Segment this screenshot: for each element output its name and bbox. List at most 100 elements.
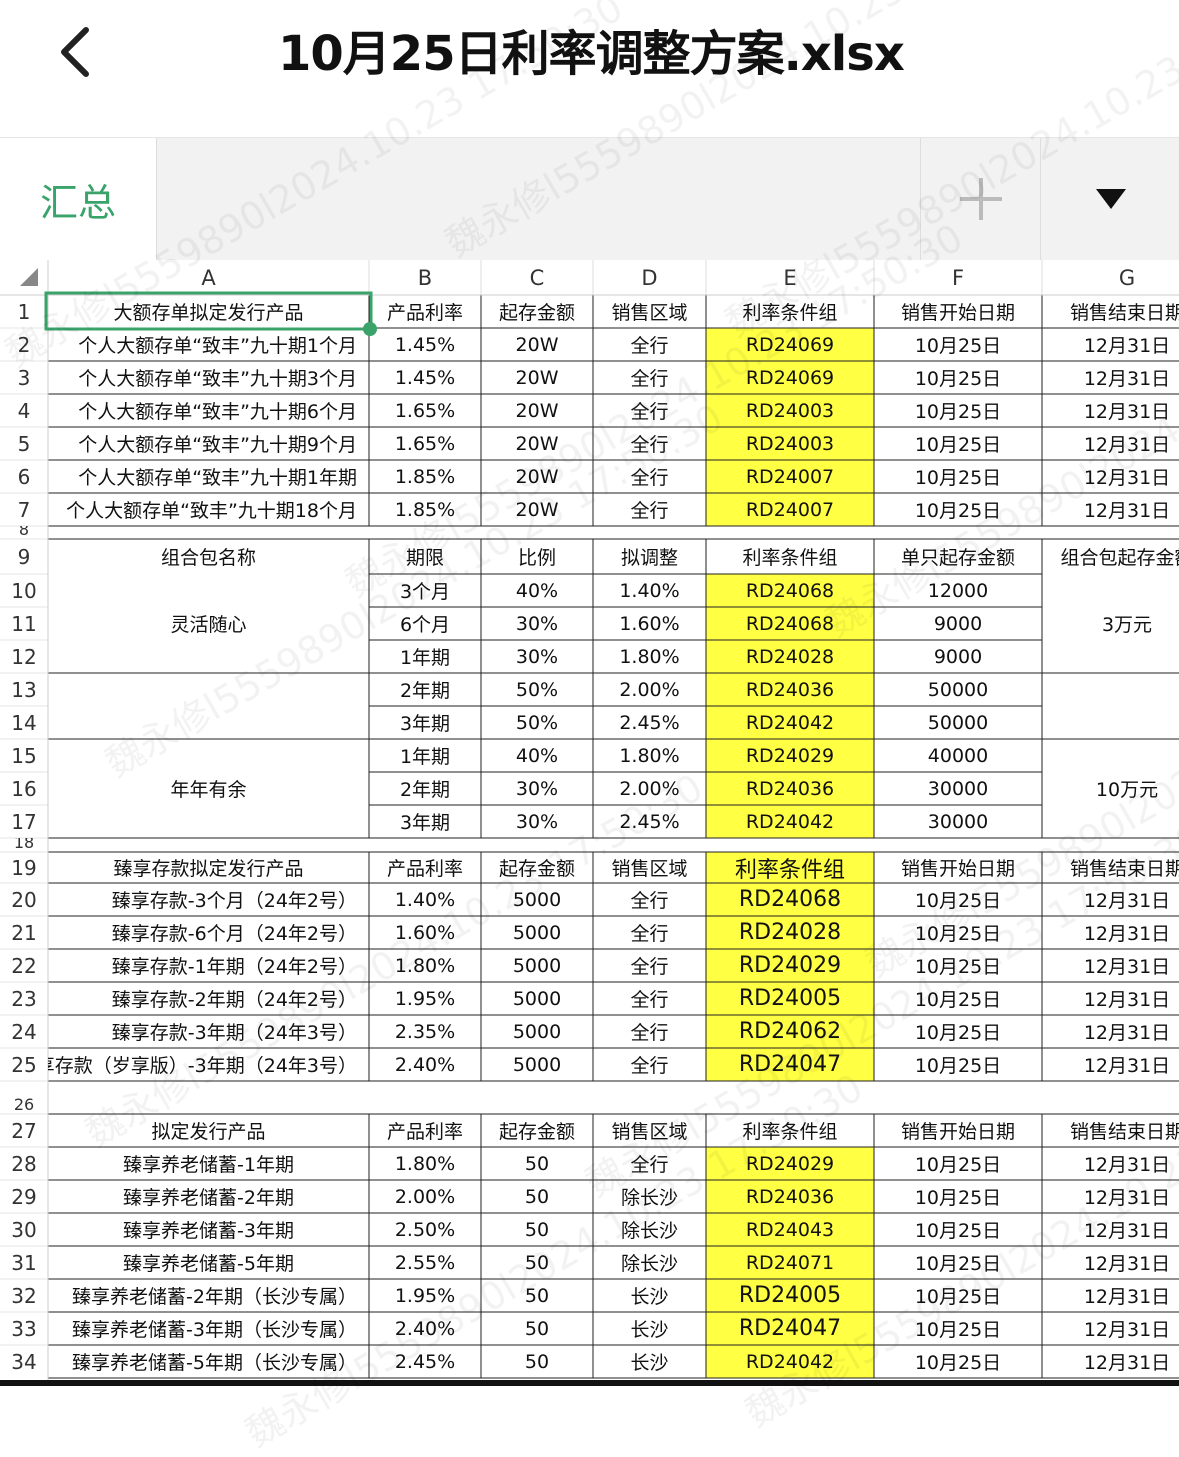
cell-g23[interactable]: 12月31日: [1042, 982, 1179, 1015]
cell-c19[interactable]: 起存金额: [481, 852, 593, 883]
cell-c27[interactable]: 起存金额: [481, 1114, 593, 1147]
cell-c33[interactable]: 50: [481, 1312, 593, 1345]
cell-e19[interactable]: 利率条件组: [706, 852, 874, 883]
cell-d16[interactable]: 2.00%: [593, 772, 706, 805]
cell-c34[interactable]: 50: [481, 1345, 593, 1378]
cell-d1[interactable]: 销售区域: [593, 295, 706, 328]
cell-e21[interactable]: RD24028: [706, 916, 874, 949]
row-header[interactable]: 26: [0, 1081, 48, 1114]
cell-c14[interactable]: 50%: [481, 706, 593, 739]
cell-g30[interactable]: 12月31日: [1042, 1213, 1179, 1246]
cell-e9[interactable]: 利率条件组: [706, 539, 874, 574]
cell-b16[interactable]: 2年期: [369, 772, 481, 805]
cell-e7[interactable]: RD24007: [706, 493, 874, 526]
cell-c9[interactable]: 比例: [481, 539, 593, 574]
cell-d21[interactable]: 全行: [593, 916, 706, 949]
cell-d9[interactable]: 拟调整: [593, 539, 706, 574]
cell-a29[interactable]: 臻享养老储蓄-2年期: [48, 1180, 369, 1213]
row-header[interactable]: 17: [0, 805, 48, 838]
cell-d10[interactable]: 1.40%: [593, 574, 706, 607]
cell-e4[interactable]: RD24003: [706, 394, 874, 427]
column-header-a[interactable]: A: [48, 260, 369, 295]
row-header[interactable]: 9: [0, 539, 48, 574]
row-header[interactable]: 11: [0, 607, 48, 640]
cell-e14[interactable]: RD24042: [706, 706, 874, 739]
cell-g19[interactable]: 销售结束日期: [1042, 852, 1179, 883]
cell-f25[interactable]: 10月25日: [874, 1048, 1042, 1081]
cell-c1[interactable]: 起存金额: [481, 295, 593, 328]
cell-d24[interactable]: 全行: [593, 1015, 706, 1048]
cell-a31[interactable]: 臻享养老储蓄-5年期: [48, 1246, 369, 1279]
cell-f28[interactable]: 10月25日: [874, 1147, 1042, 1180]
cell-g2[interactable]: 12月31日: [1042, 328, 1179, 361]
row-header[interactable]: 5: [0, 427, 48, 460]
row-header[interactable]: 31: [0, 1246, 48, 1279]
back-arrow-icon[interactable]: [56, 22, 100, 82]
cell-e25[interactable]: RD24047: [706, 1048, 874, 1081]
cell-b15[interactable]: 1年期: [369, 739, 481, 772]
row-header[interactable]: 24: [0, 1015, 48, 1048]
cell-d19[interactable]: 销售区域: [593, 852, 706, 883]
cell-g33[interactable]: 12月31日: [1042, 1312, 1179, 1345]
cell-f34[interactable]: 10月25日: [874, 1345, 1042, 1378]
cell-f3[interactable]: 10月25日: [874, 361, 1042, 394]
cell-c32[interactable]: 50: [481, 1279, 593, 1312]
cell-a25[interactable]: 臻享存款（岁享版）-3年期（24年3号）: [48, 1048, 369, 1081]
cell-b30[interactable]: 2.50%: [369, 1213, 481, 1246]
row-header[interactable]: 30: [0, 1213, 48, 1246]
cell-g5[interactable]: 12月31日: [1042, 427, 1179, 460]
cell-a34[interactable]: 臻享养老储蓄-5年期（长沙专属）: [48, 1345, 369, 1378]
cell-e30[interactable]: RD24043: [706, 1213, 874, 1246]
row-header[interactable]: 14: [0, 706, 48, 739]
cell-a20[interactable]: 臻享存款-3个月（24年2号）: [48, 883, 369, 916]
cell-d11[interactable]: 1.60%: [593, 607, 706, 640]
cell-a30[interactable]: 臻享养老储蓄-3年期: [48, 1213, 369, 1246]
cell-g1[interactable]: 销售结束日期: [1042, 295, 1179, 328]
cell-e2[interactable]: RD24069: [706, 328, 874, 361]
cell-g25[interactable]: 12月31日: [1042, 1048, 1179, 1081]
cell-b19[interactable]: 产品利率: [369, 852, 481, 883]
cell-f13[interactable]: 50000: [874, 673, 1042, 706]
cell-b31[interactable]: 2.55%: [369, 1246, 481, 1279]
cell-g9[interactable]: 组合包起存金额: [1042, 539, 1179, 574]
cell-g24[interactable]: 12月31日: [1042, 1015, 1179, 1048]
cell-d3[interactable]: 全行: [593, 361, 706, 394]
cell-b6[interactable]: 1.85%: [369, 460, 481, 493]
cell-b11[interactable]: 6个月: [369, 607, 481, 640]
cell-e22[interactable]: RD24029: [706, 949, 874, 982]
cell-a16[interactable]: 年年有余: [48, 739, 369, 838]
row-header[interactable]: 22: [0, 949, 48, 982]
cell-d32[interactable]: 长沙: [593, 1279, 706, 1312]
cell-e28[interactable]: RD24029: [706, 1147, 874, 1180]
cell-f17[interactable]: 30000: [874, 805, 1042, 838]
cell-a27[interactable]: 拟定发行产品: [48, 1114, 369, 1147]
cell-g4[interactable]: 12月31日: [1042, 394, 1179, 427]
cell-c24[interactable]: 5000: [481, 1015, 593, 1048]
cell-f7[interactable]: 10月25日: [874, 493, 1042, 526]
cell-f21[interactable]: 10月25日: [874, 916, 1042, 949]
cell-d6[interactable]: 全行: [593, 460, 706, 493]
cell-e3[interactable]: RD24069: [706, 361, 874, 394]
cell-e20[interactable]: RD24068: [706, 883, 874, 916]
cell-b24[interactable]: 2.35%: [369, 1015, 481, 1048]
cell-b29[interactable]: 2.00%: [369, 1180, 481, 1213]
row-header[interactable]: 3: [0, 361, 48, 394]
cell-e15[interactable]: RD24029: [706, 739, 874, 772]
row-header[interactable]: 29: [0, 1180, 48, 1213]
cell-c30[interactable]: 50: [481, 1213, 593, 1246]
row-header[interactable]: 7: [0, 493, 48, 526]
cell-f9[interactable]: 单只起存金额: [874, 539, 1042, 574]
cell-a33[interactable]: 臻享养老储蓄-3年期（长沙专属）: [48, 1312, 369, 1345]
row-header[interactable]: 28: [0, 1147, 48, 1180]
cell-b34[interactable]: 2.45%: [369, 1345, 481, 1378]
cell-b17[interactable]: 3年期: [369, 805, 481, 838]
cell-d28[interactable]: 全行: [593, 1147, 706, 1180]
cell-f12[interactable]: 9000: [874, 640, 1042, 673]
cell-e33[interactable]: RD24047: [706, 1312, 874, 1345]
cell-e27[interactable]: 利率条件组: [706, 1114, 874, 1147]
cell-g29[interactable]: 12月31日: [1042, 1180, 1179, 1213]
cell-d34[interactable]: 长沙: [593, 1345, 706, 1378]
cell-a24[interactable]: 臻享存款-3年期（24年3号）: [48, 1015, 369, 1048]
cell-f4[interactable]: 10月25日: [874, 394, 1042, 427]
row-header[interactable]: 2: [0, 328, 48, 361]
